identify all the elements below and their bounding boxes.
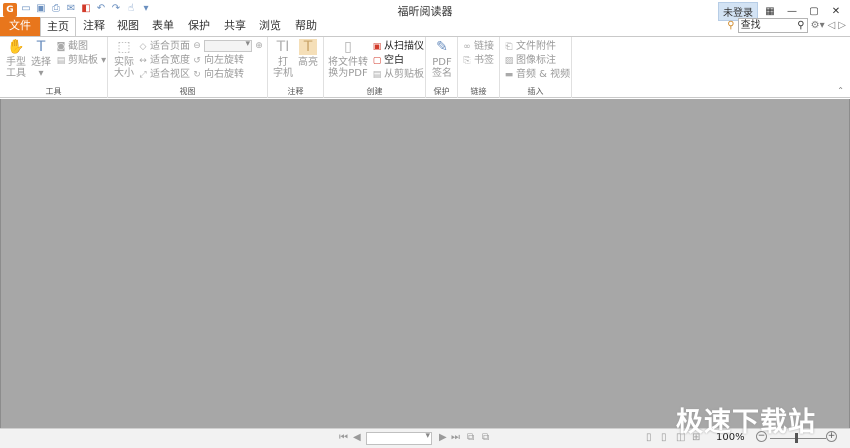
actual-size-icon: ⬚	[117, 39, 131, 55]
zoom-in-button[interactable]: +	[826, 431, 837, 442]
group-view: ⬚ 实际大小 ◇适合页面 ↔适合宽度 ⤢适合视区 ⊖ ⊕ ↺向左旋转 ↻向右旋转…	[108, 37, 268, 98]
rotate-left-icon: ↺	[193, 56, 201, 66]
document-canvas[interactable]	[0, 99, 850, 428]
rotate-left-button[interactable]: ↺ 向左旋转	[192, 54, 244, 67]
group-label-create: 创建	[366, 87, 383, 96]
typewriter-button[interactable]: TI 打字机	[272, 39, 294, 79]
scanner-icon: ▣	[372, 42, 382, 52]
tab-protect[interactable]: 保护	[183, 17, 215, 36]
prev-view-icon[interactable]: ⧉	[467, 432, 474, 443]
fit-page-icon: ◇	[139, 42, 147, 52]
attachment-icon: ⎗	[505, 42, 513, 52]
typewriter-icon: TI	[276, 39, 290, 55]
find-tool-icon[interactable]: ⚲	[727, 20, 734, 31]
select-tool-button[interactable]: T 选择 ▾	[30, 39, 52, 79]
tab-help[interactable]: 帮助	[290, 17, 322, 36]
blank-button[interactable]: ▢ 空白	[372, 54, 404, 67]
fit-width-button[interactable]: ↔ 适合宽度	[138, 54, 190, 67]
from-scanner-button[interactable]: ▣ 从扫描仪	[372, 40, 424, 53]
clipboard-icon: ▤	[56, 56, 66, 66]
camera-icon: ◙	[56, 42, 66, 52]
first-page-icon[interactable]: ⏮	[339, 432, 348, 443]
actual-size-button[interactable]: ⬚ 实际 大小	[112, 39, 136, 79]
single-page-icon[interactable]: ▯	[646, 432, 652, 443]
link-button[interactable]: ∞ 链接	[462, 40, 494, 53]
fit-visible-icon: ⤢	[139, 70, 147, 80]
settings-gear-icon[interactable]: ⚙▾	[811, 20, 825, 31]
tab-file[interactable]: 文件	[0, 17, 40, 36]
clipboard-button[interactable]: ▤ 剪贴板 ▾	[56, 54, 106, 67]
pdf-sign-button[interactable]: ✎ PDF 签名	[430, 39, 454, 79]
convert-file-icon: ▯	[344, 39, 352, 55]
group-label-comment: 注释	[287, 87, 304, 96]
group-label-links: 链接	[470, 87, 487, 96]
watermark-text: 极速下载站	[676, 407, 816, 438]
next-page-icon[interactable]: ▶	[439, 432, 447, 443]
image-annotation-button[interactable]: ▨ 图像标注	[504, 54, 556, 67]
convert-to-pdf-button[interactable]: ▯ 将文件转 换为PDF	[326, 39, 370, 79]
page-number-input[interactable]	[366, 431, 432, 445]
back-arrow-icon[interactable]: ◁	[828, 20, 836, 31]
file-attachment-button[interactable]: ⎗ 文件附件	[504, 40, 556, 53]
clipboard-pdf-icon: ▤	[372, 70, 382, 80]
from-clipboard-button[interactable]: ▤ 从剪贴板	[372, 68, 424, 81]
bookmark-icon: ⎘	[463, 56, 471, 66]
ribbon-tabs: 文件 主页 注释 视图 表单 保护 共享 浏览 帮助	[0, 17, 850, 37]
ribbon-home: ✋ 手型 工具 T 选择 ▾ ◙ 截图 ▤ 剪贴板 ▾ 工具 ⬚ 实际 大小 ◇ 适合页面 …	[0, 36, 850, 98]
link-icon: ∞	[463, 42, 471, 52]
collapse-ribbon-icon[interactable]: ⌃	[837, 86, 844, 95]
fit-visible-button[interactable]: ⤢ 适合视区	[138, 68, 190, 81]
hand-icon: ✋	[7, 39, 25, 55]
media-icon: ▬	[504, 70, 514, 80]
group-label-tools: 工具	[45, 87, 62, 96]
pen-sign-icon: ✎	[436, 39, 448, 55]
tab-view[interactable]: 视图	[112, 17, 144, 36]
group-label-insert: 插入	[527, 87, 544, 96]
group-create: ▯ 将文件转 换为PDF ▣ 从扫描仪 ▢ 空白 ▤ 从剪贴板 创建	[324, 37, 426, 98]
tab-home[interactable]: 主页	[40, 17, 76, 37]
highlight-button[interactable]: T 高亮	[296, 39, 320, 68]
group-label-protect: 保护	[433, 87, 450, 96]
bookmark-button[interactable]: ⎘ 书签	[462, 54, 494, 67]
group-tools: ✋ 手型 工具 T 选择 ▾ ◙ 截图 ▤ 剪贴板 ▾ 工具	[0, 37, 108, 98]
tab-form[interactable]: 表单	[147, 17, 179, 36]
group-protect: ✎ PDF 签名 保护	[426, 37, 458, 98]
search-icon[interactable]: ⚲	[797, 19, 804, 32]
zoom-out-icon[interactable]: ⊖	[192, 39, 204, 52]
tab-comment[interactable]: 注释	[78, 17, 110, 36]
audio-video-button[interactable]: ▬ 音频 & 视频	[504, 68, 570, 81]
fit-page-button[interactable]: ◇ 适合页面	[138, 40, 190, 53]
rotate-right-button[interactable]: ↻ 向右旋转	[192, 68, 244, 81]
highlight-icon: T	[299, 39, 317, 55]
forward-arrow-icon[interactable]: ▷	[838, 20, 846, 31]
last-page-icon[interactable]: ⏭	[451, 432, 460, 443]
zoom-in-icon[interactable]: ⊕	[254, 39, 266, 52]
tab-browse[interactable]: 浏览	[254, 17, 286, 36]
snapshot-button[interactable]: ◙ 截图	[56, 40, 88, 53]
group-links: ∞ 链接 ⎘ 书签 链接	[458, 37, 500, 98]
search-area: ⚲ 查找 ⚲ ⚙▾ ◁ ▷	[727, 18, 846, 33]
hand-tool-button[interactable]: ✋ 手型 工具	[4, 39, 28, 79]
group-comment: TI 打字机 T 高亮 注释	[268, 37, 324, 98]
select-text-icon: T	[36, 39, 46, 55]
prev-page-icon[interactable]: ◀	[353, 432, 361, 443]
blank-page-icon: ▢	[372, 56, 382, 66]
group-label-view: 视图	[179, 87, 196, 96]
zoom-combo[interactable]	[204, 39, 252, 52]
rotate-right-icon: ↻	[193, 70, 201, 80]
continuous-icon[interactable]: ▯	[661, 432, 667, 443]
image-icon: ▨	[504, 56, 514, 66]
tab-share[interactable]: 共享	[219, 17, 251, 36]
fit-width-icon: ↔	[139, 56, 147, 66]
search-input[interactable]: 查找 ⚲	[737, 18, 808, 33]
next-view-icon[interactable]: ⧉	[482, 432, 489, 443]
group-insert: ⎗ 文件附件 ▨ 图像标注 ▬ 音频 & 视频 插入	[500, 37, 572, 98]
